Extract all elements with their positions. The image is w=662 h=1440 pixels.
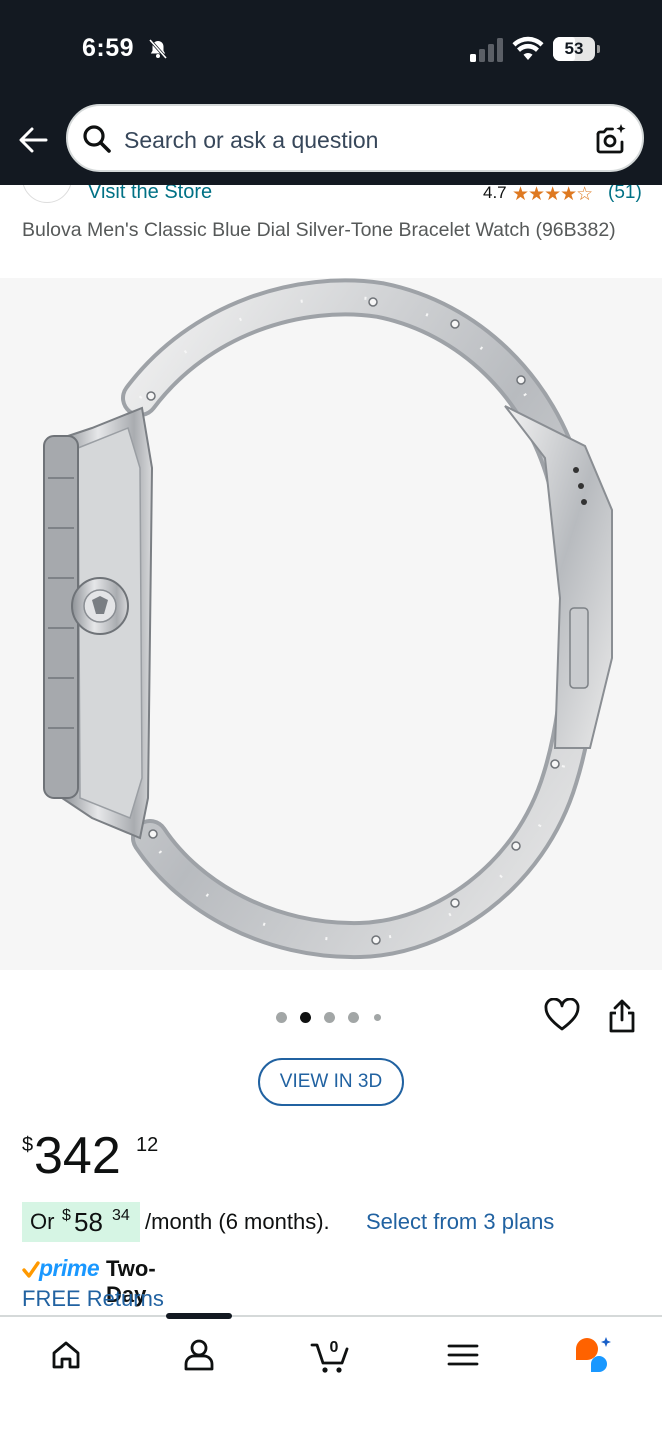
image-pagination[interactable] — [276, 1010, 386, 1024]
rating-value: 4.7 — [483, 185, 507, 202]
price-whole: 342 — [34, 1127, 121, 1185]
cart-icon[interactable]: 0 — [310, 1335, 350, 1375]
select-plans-link[interactable]: Select from 3 plans — [366, 1202, 554, 1242]
watch-side-view-image — [43, 278, 613, 960]
pagination-dot[interactable] — [324, 1011, 335, 1023]
installment-whole: 58 — [74, 1207, 103, 1237]
price-symbol: $ — [22, 1134, 34, 1156]
rating-count-link[interactable]: (51) — [608, 185, 642, 204]
installment-offer: Or $ 58 34 /month (6 months). Select fro… — [22, 1202, 652, 1242]
battery-percent: 53 — [564, 39, 584, 58]
installment-terms: /month (6 months). — [145, 1209, 330, 1234]
menu-icon[interactable] — [443, 1335, 483, 1375]
free-returns-link[interactable]: FREE Returns — [22, 1286, 164, 1312]
store-logo[interactable] — [22, 185, 72, 203]
product-image[interactable] — [0, 278, 662, 970]
installment-symbol: $ — [62, 1207, 71, 1224]
status-time: 6:59 — [82, 34, 135, 62]
prime-logo: prime — [39, 1255, 100, 1281]
prime-check-icon — [22, 1261, 40, 1278]
home-icon[interactable] — [46, 1335, 86, 1375]
top-header: 6:59 53 — [0, 0, 662, 185]
cart-count: 0 — [330, 1339, 339, 1356]
installment-price-badge: Or $ 58 34 — [22, 1202, 140, 1242]
visit-store-link[interactable]: Visit the Store — [88, 185, 212, 204]
view-in-3d-button[interactable]: VIEW IN 3D — [258, 1058, 404, 1106]
store-row: Visit the Store 4.7 ★★★★☆ (51) — [0, 185, 662, 207]
search-bar[interactable] — [66, 104, 644, 172]
installment-prefix: Or — [30, 1209, 55, 1234]
share-icon[interactable] — [606, 998, 638, 1034]
bell-slash-icon — [148, 39, 168, 59]
account-icon[interactable] — [179, 1335, 219, 1375]
camera-search-icon[interactable] — [594, 122, 628, 156]
wishlist-heart-icon[interactable] — [544, 998, 580, 1032]
search-input[interactable] — [124, 124, 564, 156]
rufus-assistant-icon[interactable] — [573, 1335, 613, 1375]
product-title: Bulova Men's Classic Blue Dial Silver-To… — [22, 219, 616, 241]
wifi-icon — [512, 36, 544, 60]
price-fraction: 12 — [136, 1134, 159, 1156]
back-arrow-icon[interactable] — [16, 124, 52, 156]
pagination-dot[interactable] — [300, 1011, 311, 1023]
battery-indicator: 53 — [553, 37, 600, 61]
active-tab-indicator — [166, 1313, 232, 1319]
bottom-navigation: 0 — [0, 1313, 662, 1440]
installment-fraction: 34 — [112, 1207, 130, 1224]
rating-stars[interactable]: ★★★★☆ — [512, 185, 593, 206]
pagination-dot[interactable] — [374, 1013, 381, 1021]
pagination-dot[interactable] — [348, 1011, 359, 1023]
cellular-signal-icon — [470, 38, 503, 62]
search-icon[interactable] — [82, 124, 112, 154]
pagination-dot[interactable] — [276, 1011, 287, 1023]
